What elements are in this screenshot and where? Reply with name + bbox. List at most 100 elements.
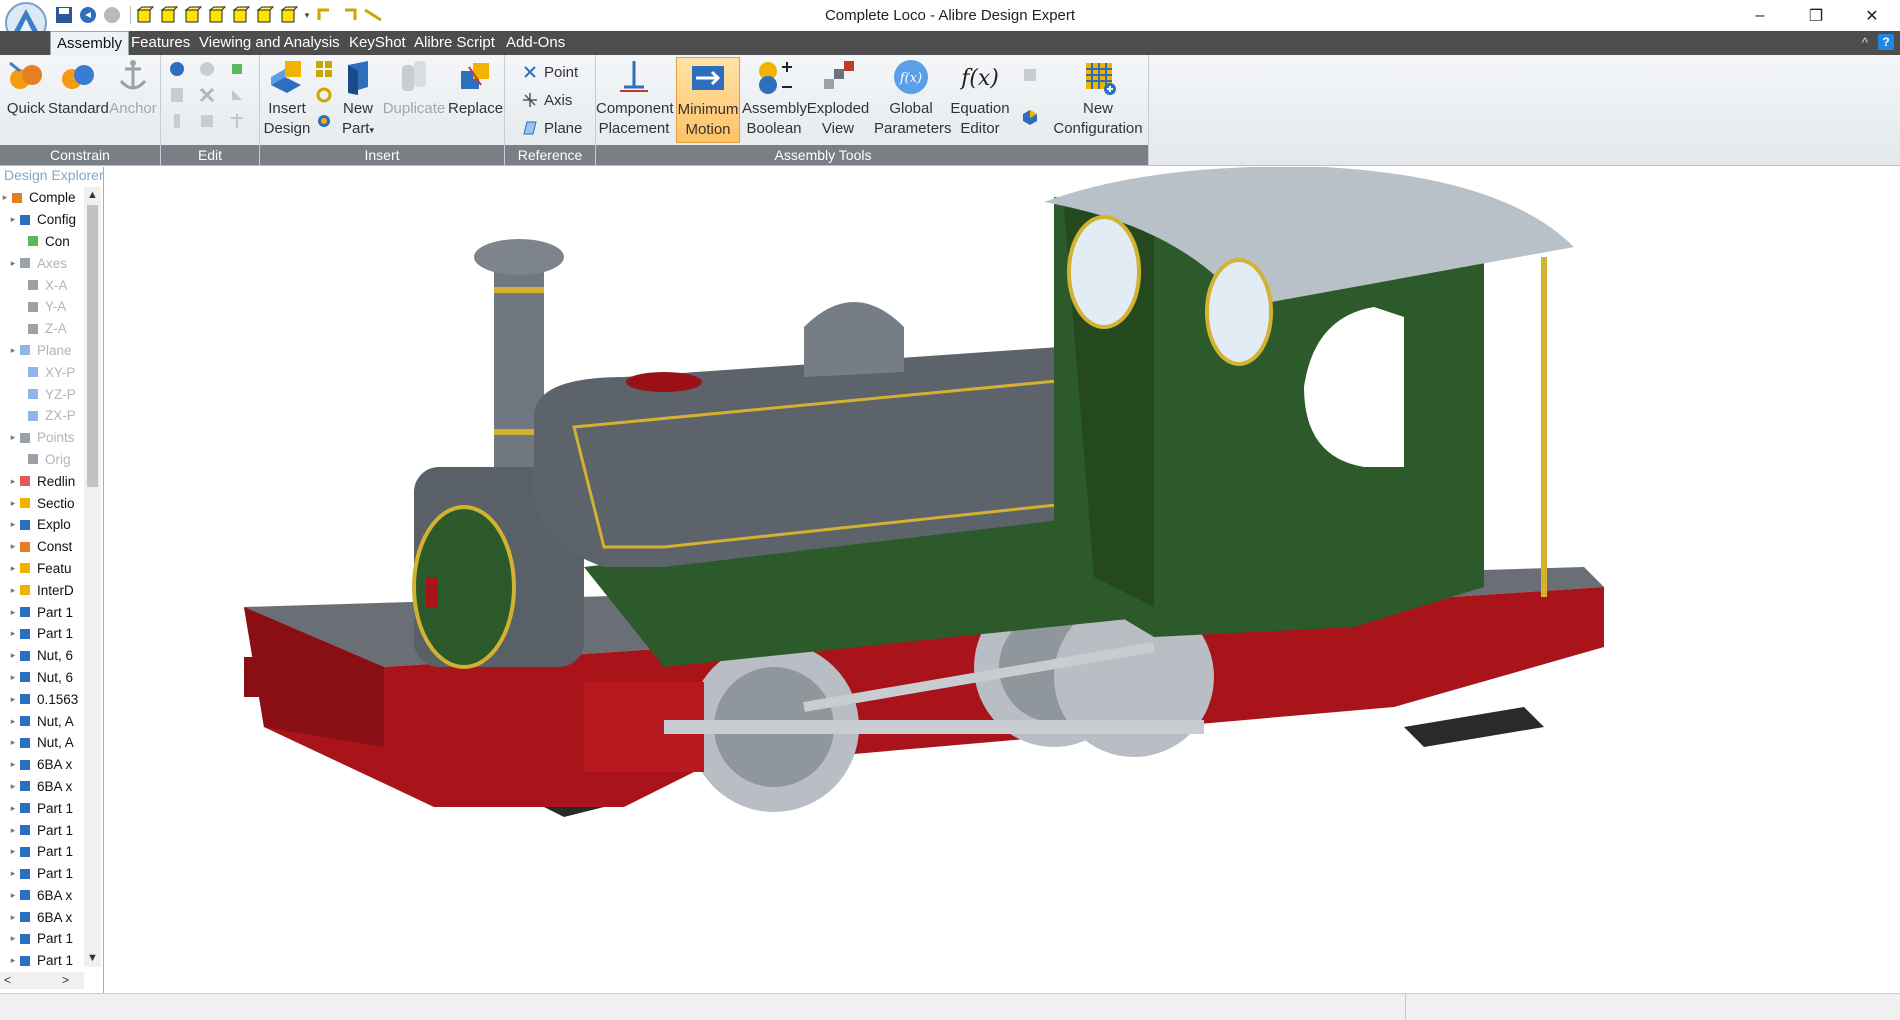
tree-item[interactable]: Orig xyxy=(0,449,84,471)
tree-item[interactable]: Y-A xyxy=(0,296,84,318)
tree-item[interactable]: ▸ Nut, A xyxy=(0,732,84,754)
point-button[interactable]: Point xyxy=(521,61,578,83)
restore-button[interactable]: ❐ xyxy=(1788,0,1844,31)
import-icon[interactable] xyxy=(1020,65,1040,85)
tree-item[interactable]: ▸ 6BA x xyxy=(0,885,84,907)
expander-icon[interactable]: ▸ xyxy=(8,607,18,618)
tab-viewing-and-analysis[interactable]: Viewing and Analysis xyxy=(193,31,346,55)
tree-item[interactable]: Con xyxy=(0,231,84,253)
tree-item[interactable]: X-A xyxy=(0,274,84,296)
tree-item[interactable]: ▸ Const xyxy=(0,536,84,558)
standard-constrain-button[interactable]: Standard xyxy=(48,57,109,119)
expander-icon[interactable]: ▸ xyxy=(8,258,18,269)
tree-item[interactable]: ▸ Plane xyxy=(0,340,84,362)
tree-item[interactable]: ▸ Nut, A xyxy=(0,710,84,732)
expander-icon[interactable]: ▸ xyxy=(8,846,18,857)
tree-item[interactable]: ▸ Points xyxy=(0,427,84,449)
tab-alibre-script[interactable]: Alibre Script xyxy=(408,31,501,55)
expander-icon[interactable]: ▸ xyxy=(8,759,18,770)
properties-icon[interactable] xyxy=(167,85,187,105)
expander-icon[interactable]: ▸ xyxy=(8,694,18,705)
expander-icon[interactable]: ▸ xyxy=(8,912,18,923)
tree-item[interactable]: ▸ Part 1 xyxy=(0,950,84,967)
expander-icon[interactable]: ▸ xyxy=(8,803,18,814)
scroll-right-icon[interactable]: > xyxy=(62,972,69,989)
tree-item[interactable]: ZX-P xyxy=(0,405,84,427)
gear-icon[interactable] xyxy=(314,85,334,105)
pattern-insert-icon[interactable] xyxy=(314,59,334,79)
tab-keyshot[interactable]: KeyShot xyxy=(343,31,412,55)
expander-icon[interactable]: ▸ xyxy=(8,498,18,509)
expander-icon[interactable]: ▸ xyxy=(8,563,18,574)
toolbox-icon[interactable] xyxy=(314,111,334,131)
collapse-ribbon-icon[interactable]: ^ xyxy=(1862,35,1868,50)
expander-icon[interactable]: ▸ xyxy=(8,585,18,596)
tree-item[interactable]: ▸ Comple xyxy=(0,187,84,209)
tree-item[interactable]: ▸ Explo xyxy=(0,514,84,536)
tree-item[interactable]: ▸ Redlin xyxy=(0,470,84,492)
minimize-button[interactable]: – xyxy=(1732,0,1788,31)
quick-constrain-button[interactable]: Quick xyxy=(4,57,48,119)
plane-button[interactable]: Plane xyxy=(521,117,582,139)
exploded-view-button[interactable]: Exploded View xyxy=(806,57,870,139)
cab-window-front[interactable] xyxy=(1067,215,1141,329)
tree-item[interactable]: ▸ Part 1 xyxy=(0,819,84,841)
tree-item[interactable]: ▸ Featu xyxy=(0,558,84,580)
expander-icon[interactable]: ▸ xyxy=(8,955,18,966)
tree-item[interactable]: ▸ Sectio xyxy=(0,492,84,514)
expander-icon[interactable]: ▸ xyxy=(0,192,10,203)
move-icon[interactable] xyxy=(167,111,187,131)
select-icon[interactable] xyxy=(167,59,187,79)
tree-item[interactable]: ▸ 6BA x xyxy=(0,776,84,798)
expander-icon[interactable]: ▸ xyxy=(8,716,18,727)
minimum-motion-button[interactable]: Minimum Motion xyxy=(676,57,740,143)
edit-green-icon[interactable] xyxy=(227,59,247,79)
new-part-button[interactable]: New Part▾ xyxy=(336,57,380,140)
tree-item[interactable]: Z-A xyxy=(0,318,84,340)
expander-icon[interactable]: ▸ xyxy=(8,781,18,792)
expander-icon[interactable]: ▸ xyxy=(8,432,18,443)
scroll-left-icon[interactable]: < xyxy=(4,972,11,989)
expander-icon[interactable]: ▸ xyxy=(8,868,18,879)
equation-editor-button[interactable]: f(x) Equation Editor xyxy=(948,57,1012,139)
tree-vertical-scrollbar[interactable]: ▲ ▼ xyxy=(84,187,101,967)
duplicate-button[interactable]: Duplicate xyxy=(382,57,446,119)
expander-icon[interactable]: ▸ xyxy=(8,345,18,356)
locomotive-model[interactable] xyxy=(104,166,1900,993)
steam-dome[interactable] xyxy=(804,302,904,377)
component-placement-button[interactable]: Component Placement xyxy=(596,57,674,139)
tree-item[interactable]: ▸ Part 1 xyxy=(0,601,84,623)
pattern-icon[interactable] xyxy=(197,111,217,131)
expander-icon[interactable]: ▸ xyxy=(8,672,18,683)
axis-button[interactable]: Axis xyxy=(521,89,572,111)
expander-icon[interactable]: ▸ xyxy=(8,476,18,487)
expander-icon[interactable]: ▸ xyxy=(8,737,18,748)
tab-features[interactable]: Features xyxy=(125,31,196,55)
new-configuration-button[interactable]: New Configuration xyxy=(1050,57,1146,139)
tree-item[interactable]: ▸ Part 1 xyxy=(0,841,84,863)
expander-icon[interactable]: ▸ xyxy=(8,519,18,530)
scrollbar-thumb[interactable] xyxy=(87,205,98,487)
replace-button[interactable]: Replace xyxy=(448,57,503,119)
expander-icon[interactable]: ▸ xyxy=(8,933,18,944)
expander-icon[interactable]: ▸ xyxy=(8,890,18,901)
keyshot-render-icon[interactable] xyxy=(1020,107,1040,127)
expander-icon[interactable]: ▸ xyxy=(8,628,18,639)
help-icon[interactable]: ? xyxy=(1878,34,1894,50)
tree-item[interactable]: ▸ Part 1 xyxy=(0,863,84,885)
tree-item[interactable]: ▸ 0.1563 xyxy=(0,688,84,710)
delete-icon[interactable] xyxy=(197,85,217,105)
close-button[interactable]: ✕ xyxy=(1844,0,1900,31)
tree-item[interactable]: ▸ 6BA x xyxy=(0,906,84,928)
tree-item[interactable]: ▸ Axes xyxy=(0,252,84,274)
scroll-down-icon[interactable]: ▼ xyxy=(84,950,101,967)
cab-window-side[interactable] xyxy=(1205,258,1273,366)
tree-item[interactable]: ▸ Part 1 xyxy=(0,623,84,645)
tree-item[interactable]: ▸ Nut, 6 xyxy=(0,667,84,689)
tree-item[interactable]: ▸ 6BA x xyxy=(0,754,84,776)
expander-icon[interactable]: ▸ xyxy=(8,541,18,552)
expander-icon[interactable]: ▸ xyxy=(8,825,18,836)
global-parameters-button[interactable]: f(x) Global Parameters xyxy=(874,57,952,139)
tree-item[interactable]: ▸ Config xyxy=(0,209,84,231)
expander-icon[interactable]: ▸ xyxy=(8,650,18,661)
